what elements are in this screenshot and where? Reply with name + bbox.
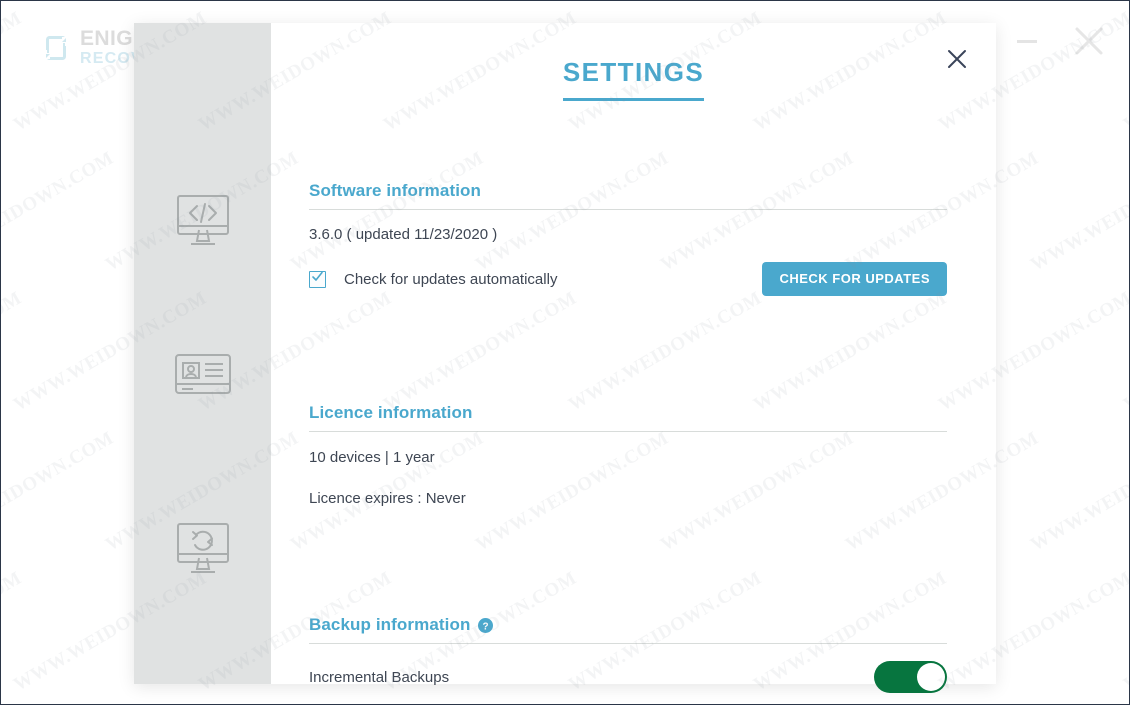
check-for-updates-button[interactable]: CHECK FOR UPDATES (762, 262, 947, 296)
incremental-backups-label: Incremental Backups (309, 668, 450, 686)
licence-devices-text: 10 devices | 1 year (309, 449, 435, 466)
software-version-text: 3.6.0 ( updated 11/23/2020 ) (309, 226, 498, 243)
auto-update-row: Check for updates automatically CHECK FO… (309, 262, 947, 296)
backup-section-header: Backup information ? (309, 615, 947, 644)
question-mark-icon[interactable]: ? (478, 617, 494, 633)
id-card-icon (173, 352, 233, 401)
licence-section-header: Licence information (309, 403, 947, 432)
settings-modal: SETTINGS Software information 3.6.0 ( up… (134, 23, 996, 693)
settings-content: Software information 3.6.0 ( updated 11/… (309, 181, 947, 704)
licence-expiry-text: Licence expires : Never (309, 490, 466, 507)
licence-section-title: Licence information (309, 403, 473, 422)
software-information-section: Software information 3.6.0 ( updated 11/… (309, 181, 947, 296)
auto-update-label: Check for updates automatically (344, 270, 558, 288)
sidebar-item-backup[interactable] (134, 520, 271, 583)
software-section-header: Software information (309, 181, 947, 210)
licence-information-section: Licence information 10 devices | 1 year … (309, 403, 947, 507)
checkmark-icon (311, 270, 324, 288)
modal-body: SETTINGS Software information 3.6.0 ( up… (271, 23, 996, 693)
software-section-title: Software information (309, 181, 482, 200)
minimize-button[interactable] (1009, 23, 1045, 59)
toggle-knob (917, 663, 945, 691)
modal-sidebar (134, 23, 271, 684)
incremental-backups-row: Incremental Backups (309, 661, 947, 693)
page-title: SETTINGS (562, 57, 705, 101)
monitor-sync-icon (172, 520, 234, 583)
modal-title-area: SETTINGS (271, 57, 996, 101)
backup-section-title: Backup information (309, 615, 471, 634)
sidebar-item-licence[interactable] (134, 352, 271, 401)
monitor-code-icon (172, 192, 234, 255)
incremental-backups-toggle[interactable] (874, 661, 947, 693)
sidebar-item-software[interactable] (134, 192, 271, 255)
window-controls (1009, 23, 1107, 59)
close-button[interactable] (1071, 23, 1107, 59)
auto-update-checkbox-label[interactable]: Check for updates automatically (309, 270, 558, 288)
svg-text:?: ? (483, 621, 489, 632)
auto-update-checkbox[interactable] (309, 270, 326, 288)
backup-information-section: Backup information ? Incremental Backups (309, 615, 947, 704)
application-window: ENIGMA RECOVERY SETTINGS Software inform… (0, 0, 1130, 705)
recovery-arrows-icon (41, 33, 71, 63)
